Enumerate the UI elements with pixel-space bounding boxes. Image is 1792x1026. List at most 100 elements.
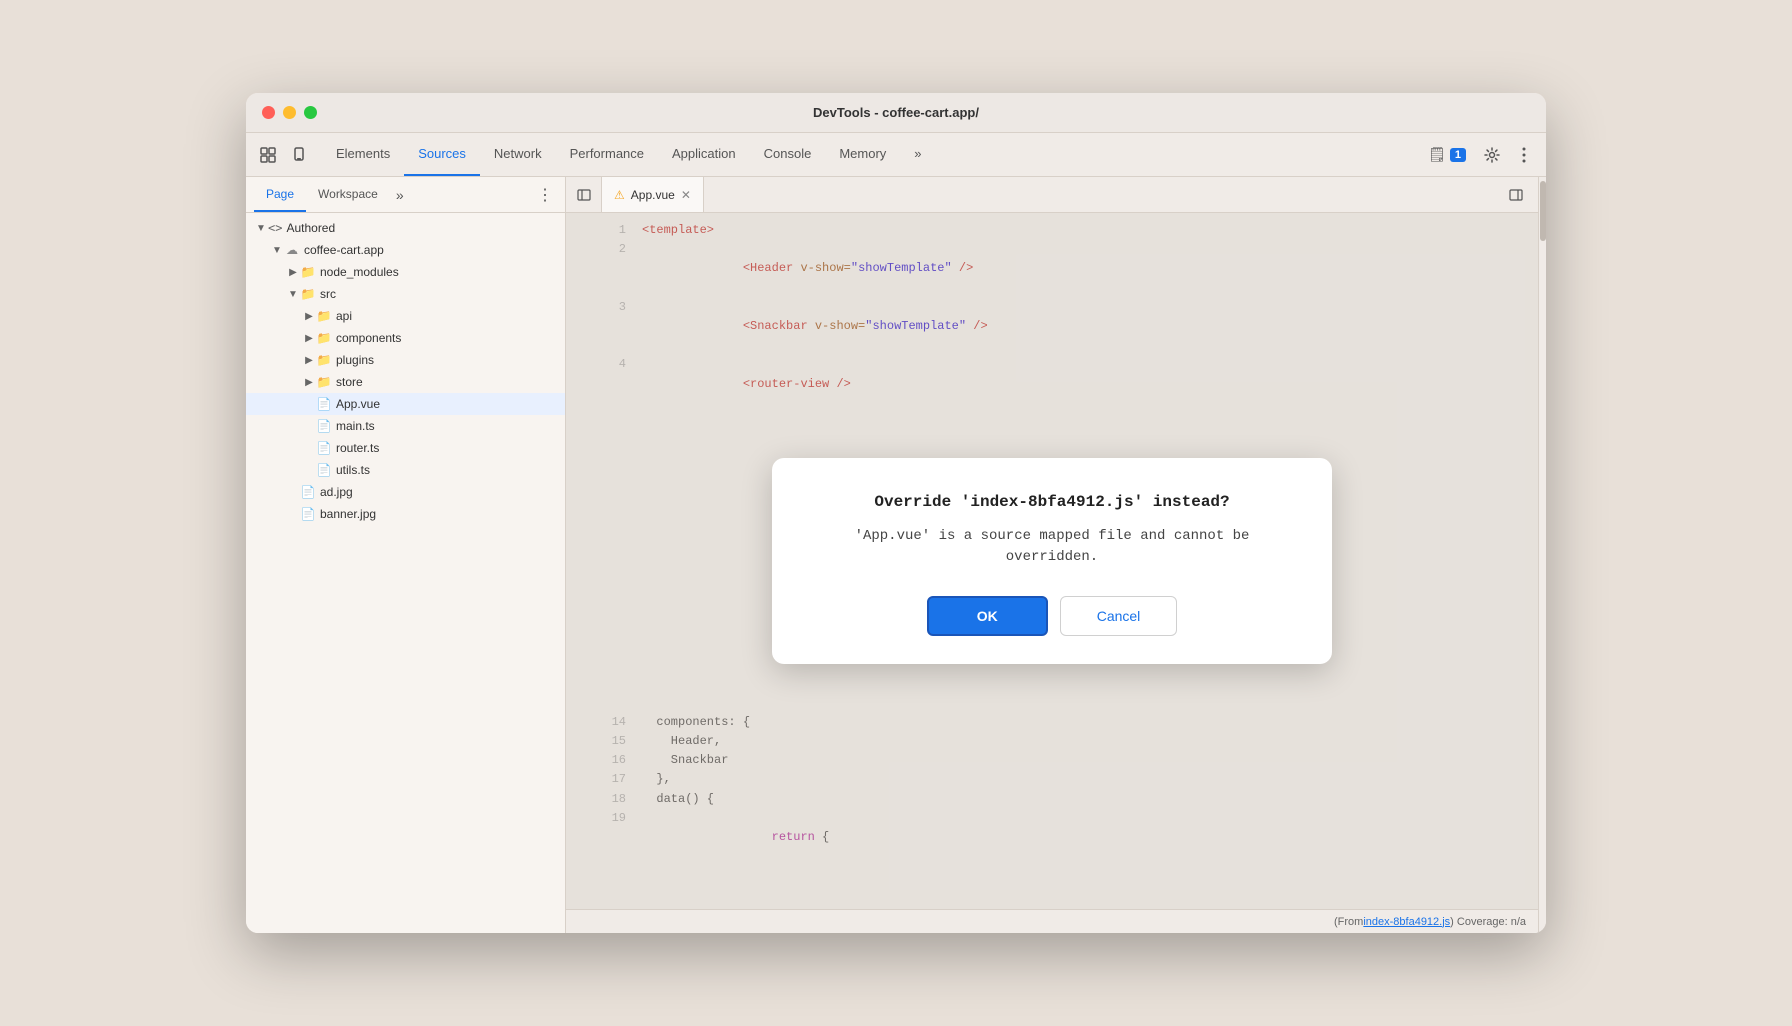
inspect-icon[interactable] — [254, 141, 282, 169]
tree-label: plugins — [336, 353, 374, 367]
tree-label: api — [336, 309, 352, 323]
tree-label: banner.jpg — [320, 507, 376, 521]
authored-section[interactable]: ▼ <> Authored — [246, 217, 565, 239]
tree-item-ad-jpg[interactable]: ▶ 📄 ad.jpg — [246, 481, 565, 503]
folder-icon: 📁 — [316, 309, 332, 323]
tree-item-plugins[interactable]: ▶ 📁 plugins — [246, 349, 565, 371]
editor-tab-bar: ⚠ App.vue ✕ — [566, 177, 1538, 213]
tab-performance[interactable]: Performance — [556, 133, 658, 176]
tab-sources[interactable]: Sources — [404, 133, 480, 176]
tree-label: utils.ts — [336, 463, 370, 477]
sidebar-tab-more[interactable]: » — [390, 177, 410, 212]
dialog-message: 'App.vue' is a source mapped file and ca… — [812, 526, 1292, 568]
expand-arrow-icon: ▶ — [302, 377, 316, 388]
sidebar-options-icon[interactable]: ⋮ — [533, 177, 557, 212]
tree-item-api[interactable]: ▶ 📁 api — [246, 305, 565, 327]
sidebar-tab-workspace[interactable]: Workspace — [306, 177, 390, 212]
tab-more[interactable]: » — [900, 133, 935, 176]
file-icon: 📄 — [316, 441, 332, 455]
toolbar-icons — [254, 133, 314, 176]
file-sidebar: Page Workspace » ⋮ ▼ <> Authored ▼ ☁ — [246, 177, 566, 933]
override-dialog: Override 'index-8bfa4912.js' instead? 'A… — [772, 458, 1332, 664]
editor-tab-label: App.vue — [631, 188, 675, 202]
tree-item-utils-ts[interactable]: ▶ 📄 utils.ts — [246, 459, 565, 481]
code-editor[interactable]: 1 <template> 2 <Header v-show="showTempl… — [566, 213, 1538, 909]
folder-icon: 📁 — [316, 353, 332, 367]
sidebar-toggle-icon[interactable] — [566, 177, 602, 212]
tree-label: router.ts — [336, 441, 379, 455]
scrollbar-track[interactable] — [1538, 177, 1546, 933]
tree-label: main.ts — [336, 419, 375, 433]
window-title: DevTools - coffee-cart.app/ — [813, 105, 979, 120]
collapse-sidebar-icon[interactable] — [1502, 181, 1530, 209]
cancel-button[interactable]: Cancel — [1060, 596, 1178, 636]
cloud-icon: ☁ — [284, 243, 300, 257]
tree-item-src[interactable]: ▼ 📁 src — [246, 283, 565, 305]
console-count-badge[interactable]: 🗒 1 — [1420, 144, 1474, 165]
console-badge-number: 1 — [1450, 148, 1466, 162]
tab-memory[interactable]: Memory — [825, 133, 900, 176]
editor-tab-app-vue[interactable]: ⚠ App.vue ✕ — [602, 177, 704, 212]
close-button[interactable] — [262, 106, 275, 119]
traffic-lights — [262, 106, 317, 119]
status-prefix: (From — [1334, 916, 1363, 928]
dialog-title: Override 'index-8bfa4912.js' instead? — [812, 490, 1292, 516]
warning-icon: ⚠ — [614, 188, 625, 202]
file-icon: 📄 — [300, 485, 316, 499]
tree-item-main-ts[interactable]: ▶ 📄 main.ts — [246, 415, 565, 437]
nav-tabs: Elements Sources Network Performance App… — [322, 133, 936, 176]
editor-area: ⚠ App.vue ✕ — [566, 177, 1538, 933]
sidebar-tab-page[interactable]: Page — [254, 177, 306, 212]
tree-item-components[interactable]: ▶ 📁 components — [246, 327, 565, 349]
tree-label: App.vue — [336, 397, 380, 411]
title-bar: DevTools - coffee-cart.app/ — [246, 93, 1546, 133]
tree-item-store[interactable]: ▶ 📁 store — [246, 371, 565, 393]
tree-label: store — [336, 375, 363, 389]
expand-arrow-icon: ▶ — [302, 311, 316, 322]
devtools-window: DevTools - coffee-cart.app/ E — [246, 93, 1546, 933]
folder-icon: 📁 — [300, 265, 316, 279]
tree-label: node_modules — [320, 265, 399, 279]
device-toggle-icon[interactable] — [286, 141, 314, 169]
tree-label: coffee-cart.app — [304, 243, 384, 257]
file-tree: ▼ <> Authored ▼ ☁ coffee-cart.app ▶ 📁 no… — [246, 213, 565, 933]
expand-arrow-icon: ▶ — [302, 355, 316, 366]
editor-tab-right — [1502, 177, 1538, 212]
tab-console[interactable]: Console — [750, 133, 826, 176]
dialog-buttons: OK Cancel — [812, 596, 1292, 636]
tree-item-node-modules[interactable]: ▶ 📁 node_modules — [246, 261, 565, 283]
authored-label: Authored — [286, 221, 335, 235]
file-icon: 📄 — [300, 507, 316, 521]
tree-item-router-ts[interactable]: ▶ 📄 router.ts — [246, 437, 565, 459]
ok-button[interactable]: OK — [927, 596, 1048, 636]
collapse-arrow-icon: ▼ — [270, 245, 284, 256]
file-icon: 📄 — [316, 419, 332, 433]
close-tab-icon[interactable]: ✕ — [681, 188, 691, 202]
minimize-button[interactable] — [283, 106, 296, 119]
tree-item-app-vue[interactable]: ▶ 📄 App.vue — [246, 393, 565, 415]
tree-item-coffee-cart[interactable]: ▼ ☁ coffee-cart.app — [246, 239, 565, 261]
expand-arrow-icon: ▶ — [286, 267, 300, 278]
dialog-overlay: Override 'index-8bfa4912.js' instead? 'A… — [566, 213, 1538, 909]
tree-item-banner-jpg[interactable]: ▶ 📄 banner.jpg — [246, 503, 565, 525]
expand-arrow-icon: ▶ — [302, 333, 316, 344]
scrollbar-thumb[interactable] — [1540, 181, 1546, 241]
folder-icon: 📁 — [316, 375, 332, 389]
tab-elements[interactable]: Elements — [322, 133, 404, 176]
collapse-arrow-icon: ▼ — [254, 223, 268, 234]
status-file-link[interactable]: index-8bfa4912.js — [1363, 916, 1450, 928]
file-icon: 📄 — [316, 397, 332, 411]
collapse-arrow-icon: ▼ — [286, 289, 300, 300]
folder-icon: 📁 — [316, 331, 332, 345]
main-content: Page Workspace » ⋮ ▼ <> Authored ▼ ☁ — [246, 177, 1546, 933]
tab-application[interactable]: Application — [658, 133, 750, 176]
tree-label: components — [336, 331, 401, 345]
tree-label: src — [320, 287, 336, 301]
maximize-button[interactable] — [304, 106, 317, 119]
folder-icon: 📁 — [300, 287, 316, 301]
tab-network[interactable]: Network — [480, 133, 556, 176]
more-options-icon[interactable] — [1510, 141, 1538, 169]
status-bar: (From index-8bfa4912.js ) Coverage: n/a — [566, 909, 1538, 933]
status-suffix: ) Coverage: n/a — [1450, 916, 1526, 928]
settings-icon[interactable] — [1478, 141, 1506, 169]
